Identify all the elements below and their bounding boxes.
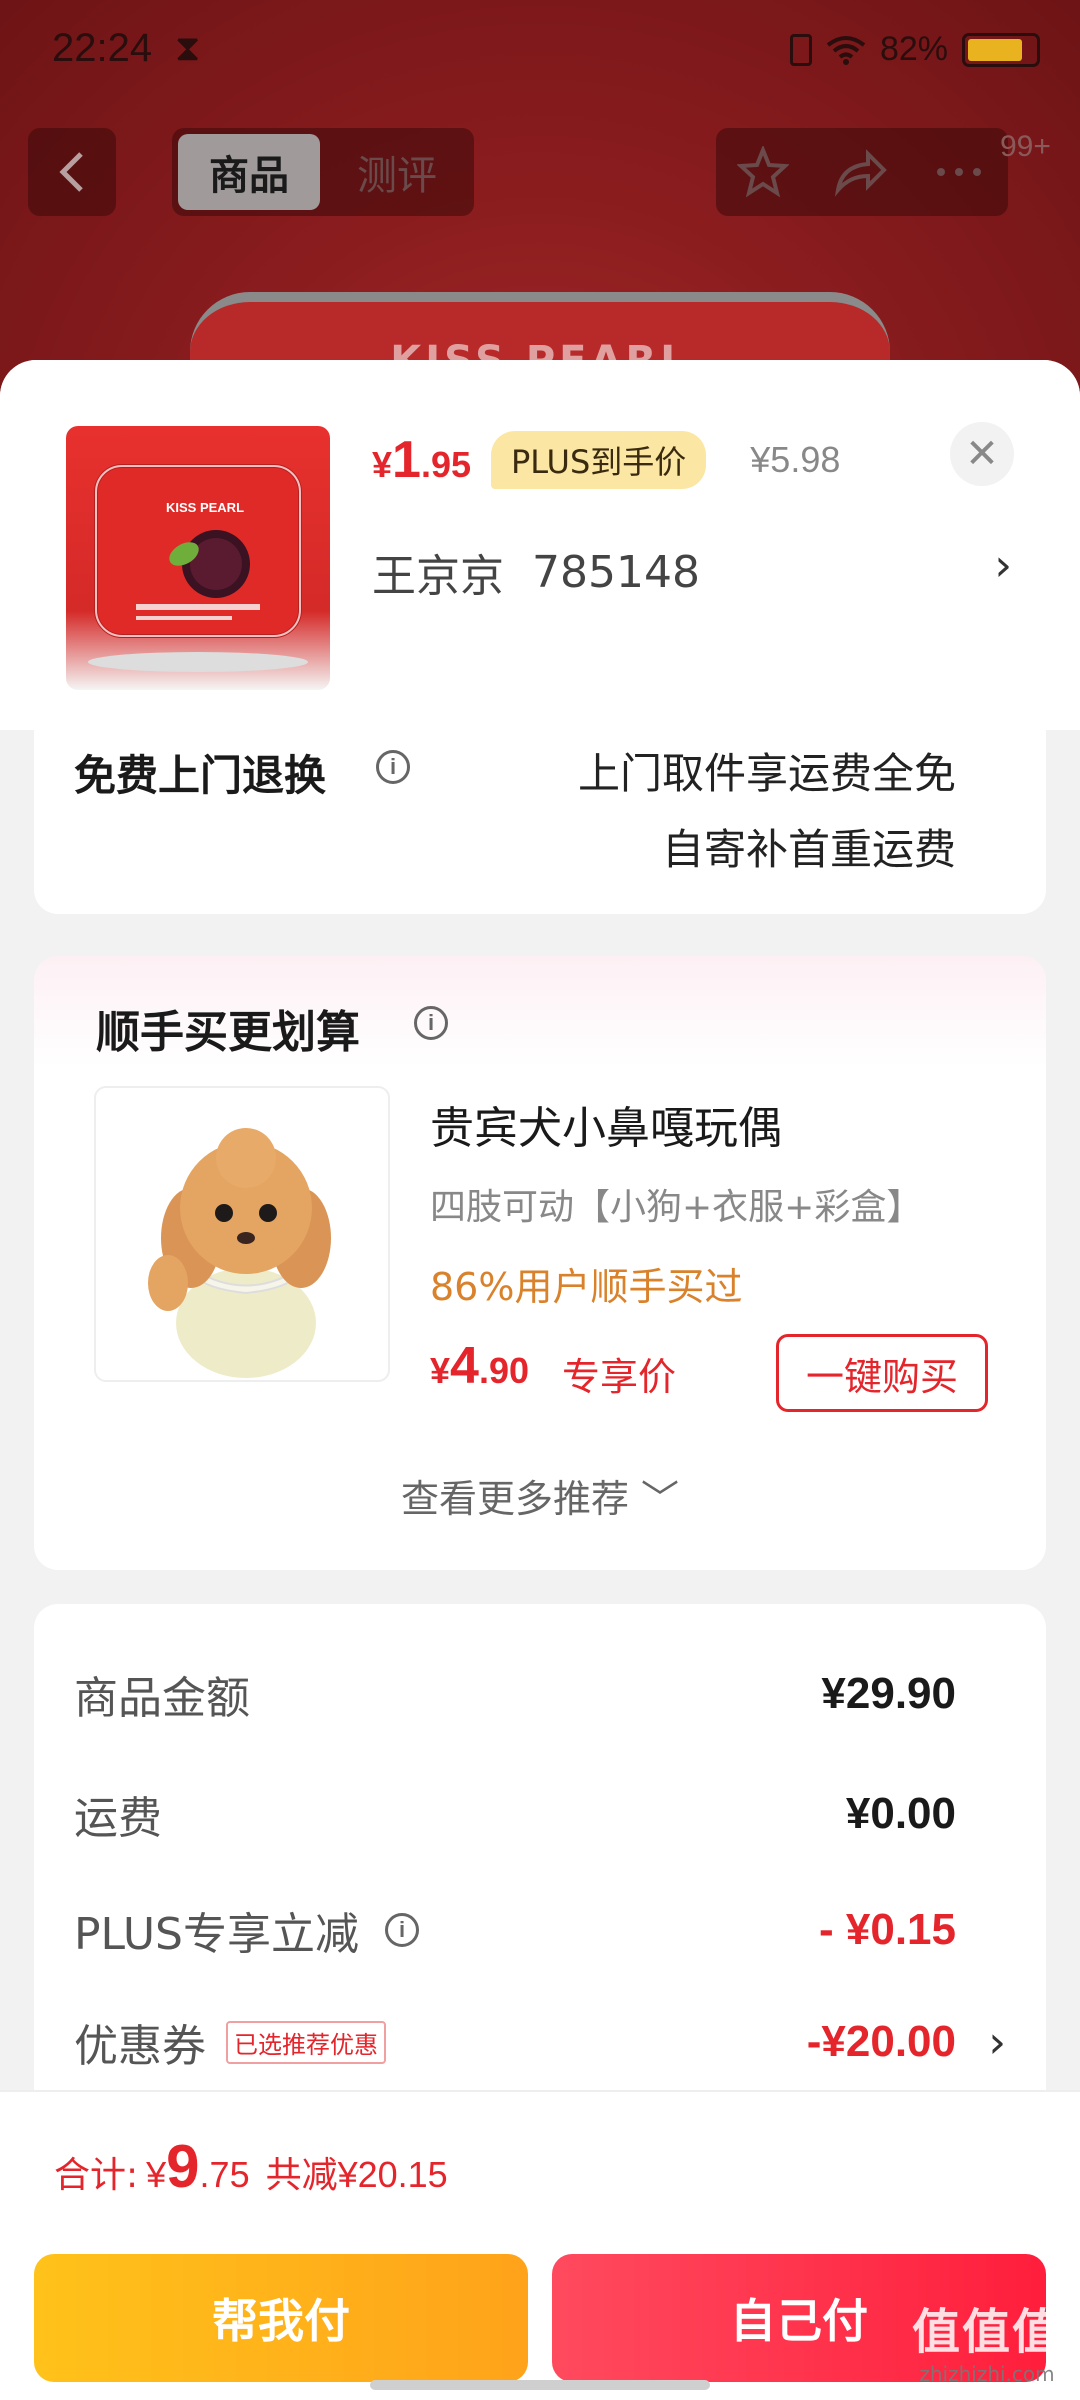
mint-tin-image: KISS PEARL <box>88 464 308 672</box>
share-icon[interactable] <box>832 146 888 198</box>
wifi-icon <box>826 35 866 65</box>
recipient-phone: 785148 <box>532 546 700 598</box>
fee-value: ¥29.90 <box>821 1669 956 1718</box>
plus-price-tag: PLUS到手价 <box>491 431 707 489</box>
price-currency: ¥ <box>372 444 393 485</box>
original-price: ¥5.98 <box>750 439 841 480</box>
star-icon[interactable] <box>737 146 790 198</box>
info-icon[interactable]: i <box>376 750 410 784</box>
more-recommendations-label: 查看更多推荐 <box>400 1477 629 1521</box>
fee-label: PLUS专享立减 <box>74 1909 359 1960</box>
fee-value: - ¥0.15 <box>819 1905 956 1954</box>
nav-actions <box>716 128 1008 216</box>
total-currency: ¥ <box>146 2154 167 2195</box>
bundle-recommendation-card: 顺手买更划算 i 贵宾犬小鼻嘎玩偶 四肢可动【小狗+衣服+彩盒】 86%用户顺手… <box>34 956 1046 1570</box>
product-thumbnail: KISS PEARL <box>66 426 330 690</box>
bundle-price-integer: 4 <box>450 1337 479 1395</box>
fee-value: -¥20.00 <box>806 2017 956 2066</box>
fee-row-shipping: 运费 ¥0.00 <box>74 1784 956 1844</box>
chevron-left-icon <box>59 152 83 192</box>
info-icon[interactable]: i <box>414 1006 448 1040</box>
bundle-price-label: 专享价 <box>562 1355 677 1399</box>
close-icon: ✕ <box>965 431 999 477</box>
product-page-background: 22:24 ⧗ 82% 商品 测评 99+ <box>0 0 1080 452</box>
watermark-url: zhizhizhi.com <box>919 2362 1055 2386</box>
total-saved: 共减¥20.15 <box>265 2154 448 2195</box>
sim-icon <box>789 33 812 66</box>
price-integer: 1 <box>392 431 421 489</box>
close-button[interactable]: ✕ <box>950 422 1014 486</box>
top-nav: 商品 测评 99+ <box>0 128 1080 218</box>
address-selector[interactable]: 王京京 785148 › <box>372 540 1012 604</box>
status-time: 22:24 <box>52 26 153 70</box>
fee-breakdown-card: 商品金额 ¥29.90 运费 ¥0.00 PLUS专享立减 i - ¥0.15 优… <box>34 1604 1046 2124</box>
bundle-item-name[interactable]: 贵宾犬小鼻嘎玩偶 <box>430 1092 782 1156</box>
poodle-toy-image <box>148 1128 331 1378</box>
fee-label-wrap: 优惠券 已选推荐优惠 <box>74 2010 386 2074</box>
more-recommendations-link[interactable]: 查看更多推荐 ﹀ <box>34 1468 1046 1523</box>
tab-review[interactable]: 测评 <box>326 134 468 210</box>
total-integer: 9 <box>166 2133 200 2200</box>
fee-row-plus-discount: PLUS专享立减 i - ¥0.15 <box>74 1900 956 1960</box>
hourglass-icon: ⧗ <box>175 28 201 69</box>
watermark: 值值值 zhizhizhi.com <box>912 2292 1062 2386</box>
status-bar: 22:24 ⧗ 82% <box>0 0 1080 100</box>
return-service-title: 免费上门退换 <box>74 751 327 800</box>
message-badge: 99+ <box>1000 130 1051 163</box>
fee-label: 运费 <box>74 1793 162 1844</box>
bundle-item-image[interactable] <box>94 1086 390 1382</box>
recipient-name: 王京京 <box>372 551 504 602</box>
bundle-title: 顺手买更划算 <box>96 1007 360 1058</box>
total-decimal: .75 <box>199 2154 250 2195</box>
chevron-right-icon: › <box>988 2016 1006 2068</box>
more-icon[interactable] <box>931 146 987 198</box>
total-label: 合计: <box>54 2155 139 2196</box>
sheet-header: KISS PEARL ¥1.95 PLUS到手价 ¥5.98 ✕ 王京京 785… <box>0 360 1080 730</box>
back-button[interactable] <box>28 128 116 216</box>
bundle-item-stat: 86%用户顺手买过 <box>430 1265 743 1309</box>
fee-label: 优惠券 <box>74 2021 206 2072</box>
return-service-card: 免费上门退换 i 上门取件享运费全免 自寄补首重运费 <box>34 720 1046 914</box>
chevron-down-icon: ﹀ <box>641 1477 680 1521</box>
plus-price: ¥1.95 <box>372 430 471 490</box>
fee-label-wrap: PLUS专享立减 i <box>74 1898 419 1962</box>
return-service-line1: 上门取件享运费全免 <box>577 749 956 798</box>
battery-percent: 82% <box>879 30 948 68</box>
coupon-tag: 已选推荐优惠 <box>226 2020 386 2064</box>
help-me-pay-button[interactable]: 帮我付 <box>34 2254 528 2382</box>
chevron-right-icon: › <box>994 540 1012 591</box>
battery-icon <box>962 32 1040 67</box>
one-click-buy-button[interactable]: 一键购买 <box>776 1334 988 1412</box>
tab-product[interactable]: 商品 <box>178 134 320 210</box>
fee-row-coupon[interactable]: 优惠券 已选推荐优惠 -¥20.00 › <box>74 2010 1006 2074</box>
bundle-price-currency: ¥ <box>430 1350 451 1391</box>
total-row: 合计: ¥9.75 共减¥20.15 <box>54 2132 448 2201</box>
home-indicator[interactable] <box>370 2380 710 2390</box>
watermark-logo: 值值值 <box>911 2304 1062 2360</box>
status-indicators: 82% <box>789 30 1040 69</box>
fee-value: ¥0.00 <box>845 1789 956 1838</box>
info-icon[interactable]: i <box>385 1913 419 1947</box>
fee-label: 商品金额 <box>74 1673 250 1724</box>
fee-row-subtotal: 商品金额 ¥29.90 <box>74 1664 956 1724</box>
return-service-line2: 自寄补首重运费 <box>661 825 956 874</box>
nav-tabs: 商品 测评 <box>172 128 474 216</box>
bundle-price-decimal: .90 <box>478 1350 529 1391</box>
bundle-item-spec: 四肢可动【小狗+衣服+彩盒】 <box>430 1187 923 1228</box>
checkout-footer: 合计: ¥9.75 共减¥20.15 帮我付 自己付 值值值 zhizhizhi… <box>0 2090 1080 2400</box>
bundle-item-price: ¥4.90 <box>430 1336 529 1396</box>
price-decimal: .95 <box>420 444 471 485</box>
thumbnail-brand-text: KISS PEARL <box>166 500 244 515</box>
price-row: ¥1.95 PLUS到手价 ¥5.98 <box>372 430 840 490</box>
